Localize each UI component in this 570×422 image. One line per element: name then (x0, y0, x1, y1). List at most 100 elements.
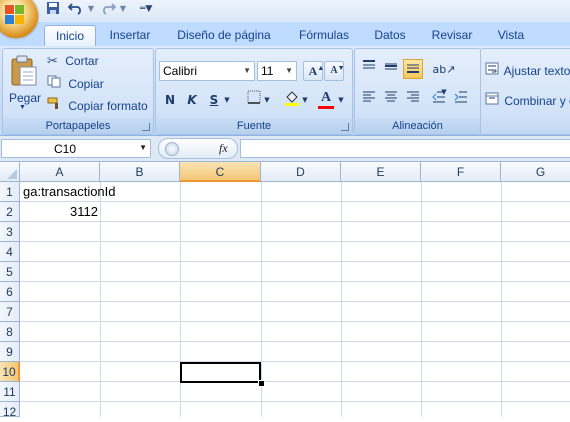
tab-revisar[interactable]: Revisar (424, 25, 480, 46)
gridline (20, 361, 570, 362)
decrease-indent-button[interactable] (429, 90, 449, 110)
gridline (20, 281, 570, 282)
row-header-1[interactable]: 1 (0, 182, 20, 202)
row-header-11[interactable]: 11 (0, 382, 20, 402)
name-box-value: C10 (54, 142, 77, 156)
row-header-7[interactable]: 7 (0, 302, 20, 322)
cell-a2[interactable]: 3112 (20, 202, 98, 222)
font-family-value: Calibri (163, 64, 198, 78)
row-header-3[interactable]: 3 (0, 222, 20, 242)
italic-button[interactable]: K (182, 90, 202, 110)
undo-icon[interactable] (67, 1, 84, 17)
scissors-icon: ✂ (47, 53, 58, 68)
font-group: Calibri ▼ 11 ▼ A ▲ A ▼ N K S ▼ ▼ ▼ A ▼ F… (155, 48, 353, 135)
gridline (20, 261, 570, 262)
grow-font-icon: A (308, 64, 318, 78)
row-header-9[interactable]: 9 (0, 342, 20, 362)
worksheet-grid: A B C D E F G 1 2 3 4 5 6 7 8 9 10 11 12… (0, 162, 570, 419)
row-header-8[interactable]: 8 (0, 322, 20, 342)
font-color-button[interactable]: A (316, 88, 336, 109)
align-left-button[interactable] (359, 90, 379, 110)
align-center-button[interactable] (381, 90, 401, 110)
cut-button[interactable]: ✂ Cortar (47, 53, 99, 69)
orientation-button[interactable]: ab↗ ▼ (431, 59, 457, 96)
row-header-10[interactable]: 10 (0, 362, 20, 382)
save-icon[interactable] (46, 1, 60, 17)
align-right-button[interactable] (403, 90, 423, 110)
underline-dropdown-icon[interactable]: ▼ (222, 90, 232, 110)
row-header-4[interactable]: 4 (0, 242, 20, 262)
column-header-d[interactable]: D (261, 162, 341, 182)
fill-handle[interactable] (258, 380, 265, 387)
align-bottom-button[interactable] (403, 59, 423, 79)
align-middle-button[interactable] (381, 59, 401, 79)
align-left-icon (363, 91, 375, 102)
copy-button[interactable]: Copiar (47, 75, 104, 91)
borders-button[interactable] (244, 90, 264, 110)
tab-datos[interactable]: Datos (366, 25, 414, 46)
redo-icon[interactable] (100, 1, 117, 17)
column-header-g[interactable]: G (501, 162, 570, 182)
wrap-text-button[interactable]: Ajustar texto (485, 62, 570, 78)
font-color-dropdown-icon[interactable]: ▼ (336, 90, 346, 110)
paste-button[interactable]: Pegar ▼ (5, 51, 43, 113)
fill-color-dropdown-icon[interactable]: ▼ (300, 90, 310, 110)
active-cell-c10[interactable] (180, 362, 261, 383)
font-size-dropdown-icon: ▼ (285, 66, 293, 75)
row-header-12[interactable]: 12 (0, 402, 20, 419)
formula-input[interactable] (240, 139, 570, 158)
column-header-f[interactable]: F (421, 162, 501, 182)
font-size-value: 11 (261, 64, 274, 78)
column-header-c[interactable]: C (180, 162, 261, 182)
gridline (20, 381, 570, 382)
paste-label: Pegar (9, 91, 42, 105)
tab-inicio[interactable]: Inicio (44, 25, 96, 47)
font-family-select[interactable]: Calibri ▼ (159, 61, 255, 81)
row-header-2[interactable]: 2 (0, 202, 20, 222)
column-header-b[interactable]: B (100, 162, 180, 182)
underline-button[interactable]: S (204, 90, 224, 110)
customize-qat-icon[interactable]: ═▼ (140, 1, 152, 17)
row-header-6[interactable]: 6 (0, 282, 20, 302)
redo-dropdown-icon[interactable]: ▼ (119, 1, 127, 17)
borders-dropdown-icon[interactable]: ▼ (262, 90, 272, 110)
font-size-select[interactable]: 11 ▼ (257, 61, 297, 81)
merge-center-button[interactable]: Combinar y c (485, 92, 570, 108)
format-painter-button[interactable]: Copiar formato (47, 97, 148, 113)
align-top-button[interactable] (359, 59, 379, 79)
grow-font-button[interactable]: A ▲ (303, 61, 324, 81)
align-middle-icon (385, 63, 397, 70)
format-painter-label: Copiar formato (68, 99, 148, 113)
column-header-a[interactable]: A (20, 162, 100, 182)
row-header-5[interactable]: 5 (0, 262, 20, 282)
increase-indent-button[interactable] (451, 90, 471, 110)
alignment-group-label: Alineación (355, 118, 480, 134)
undo-dropdown-icon[interactable]: ▼ (87, 1, 95, 17)
tab-vista[interactable]: Vista (490, 25, 532, 46)
clipboard-launcher-icon[interactable] (142, 123, 150, 131)
paste-icon (11, 55, 37, 86)
bold-button[interactable]: N (160, 90, 180, 110)
name-box-dropdown-icon[interactable]: ▼ (139, 143, 147, 152)
tab-formulas[interactable]: Fórmulas (290, 25, 358, 46)
name-box[interactable]: C10 ▼ (1, 139, 151, 158)
font-color-icon: A (320, 90, 332, 105)
cell-a1[interactable]: ga:transactionId (23, 182, 116, 202)
clipboard-group: Pegar ▼ ✂ Cortar Copiar Copiar formato P… (2, 48, 154, 135)
shrink-font-button[interactable]: A ▼ (324, 61, 345, 81)
fill-color-button[interactable] (282, 90, 302, 110)
tab-insertar[interactable]: Insertar (102, 25, 158, 46)
column-header-e[interactable]: E (341, 162, 421, 182)
increase-indent-icon (454, 91, 467, 103)
insert-function-icon[interactable]: fx (219, 141, 228, 156)
gridline (20, 321, 570, 322)
tab-diseno-pagina[interactable]: Diseño de página (170, 25, 278, 46)
decrease-indent-icon (432, 91, 445, 103)
expand-formula-icon[interactable] (165, 142, 179, 156)
gridline (20, 241, 570, 242)
align-top-icon (363, 60, 375, 69)
gridline (20, 341, 570, 342)
font-launcher-icon[interactable] (341, 123, 349, 131)
select-all-corner[interactable] (0, 162, 20, 182)
alignment-group-extra: Ajustar texto Combinar y c (480, 48, 570, 135)
